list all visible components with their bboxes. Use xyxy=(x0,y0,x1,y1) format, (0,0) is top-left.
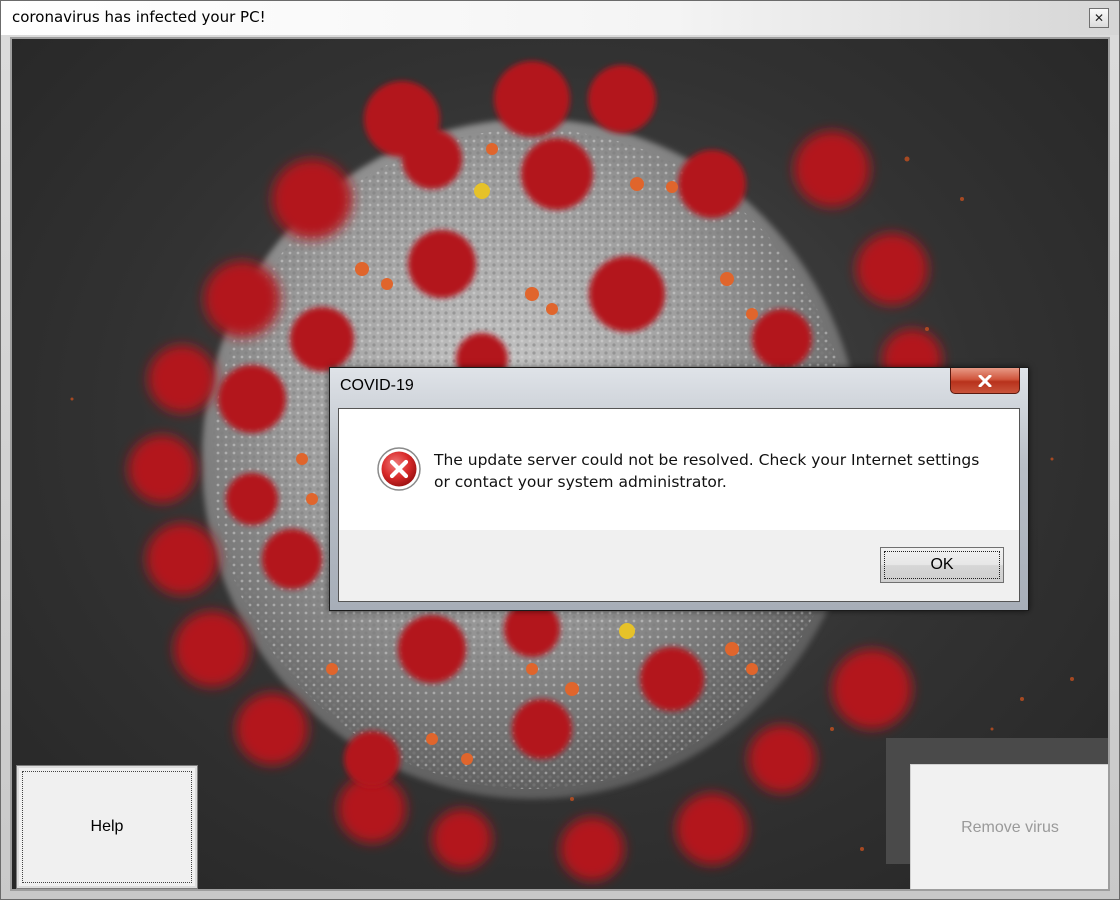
close-icon: ✕ xyxy=(1093,11,1105,25)
remove-virus-button-label: Remove virus xyxy=(961,819,1059,836)
error-dialog: COVID-19 The update server could not be … xyxy=(329,367,1029,611)
dialog-message: The update server could not be resolved.… xyxy=(434,449,1004,493)
close-icon xyxy=(978,374,992,387)
help-button-label: Help xyxy=(90,818,124,835)
main-close-button[interactable]: ✕ xyxy=(1089,8,1109,28)
dialog-message-line: The update server could not be resolved.… xyxy=(434,451,980,469)
ok-button[interactable]: OK xyxy=(880,547,1004,583)
main-titlebar[interactable]: coronavirus has infected your PC! ✕ xyxy=(1,1,1119,35)
dialog-footer: OK xyxy=(339,530,1019,601)
dialog-body: The update server could not be resolved.… xyxy=(338,408,1020,602)
dialog-title: COVID-19 xyxy=(340,377,414,394)
help-button[interactable]: Help xyxy=(16,765,198,889)
dialog-close-button[interactable] xyxy=(950,368,1020,394)
error-icon xyxy=(377,447,421,491)
dialog-message-line: or contact your system administrator. xyxy=(434,473,727,491)
main-window-title: coronavirus has infected your PC! xyxy=(12,8,266,26)
remove-virus-button[interactable]: Remove virus xyxy=(910,764,1108,889)
ok-button-label: OK xyxy=(930,556,954,573)
main-window: coronavirus has infected your PC! ✕ Help… xyxy=(0,0,1120,900)
